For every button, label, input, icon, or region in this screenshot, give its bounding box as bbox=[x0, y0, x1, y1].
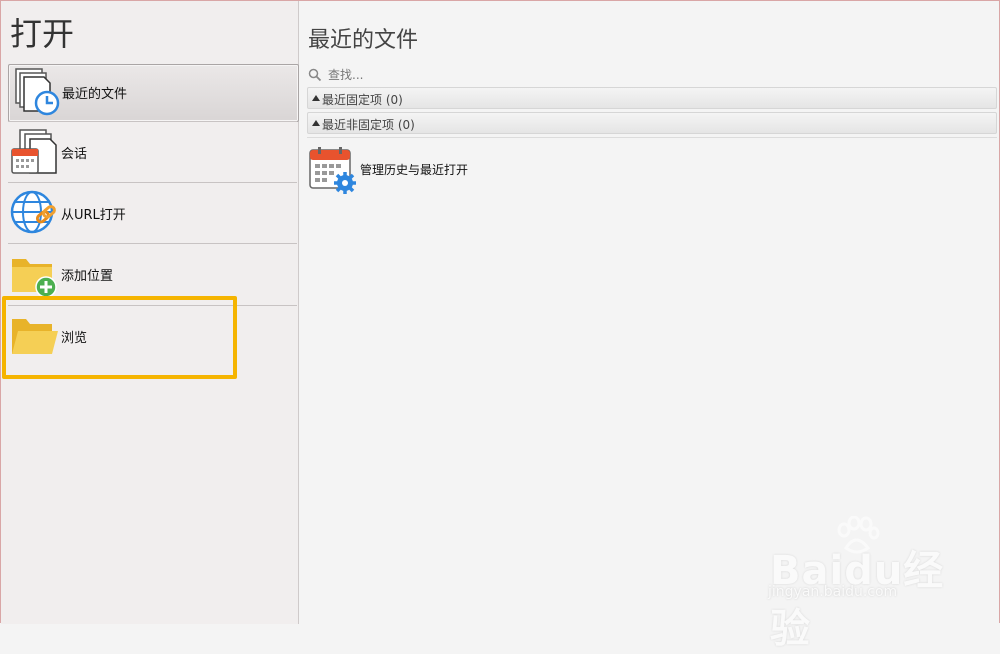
calendar-gear-icon bbox=[309, 147, 356, 194]
search-icon bbox=[308, 68, 322, 82]
globe-link-icon bbox=[10, 190, 56, 234]
expand-triangle-icon bbox=[312, 120, 320, 126]
group-unpinned-recent[interactable]: 最近非固定项 (0) bbox=[307, 112, 997, 134]
watermark: Baidu经验 jingyan.baidu.com bbox=[760, 512, 960, 652]
folder-add-icon bbox=[12, 259, 57, 298]
nav-label: 最近的文件 bbox=[62, 87, 128, 102]
nav-item-session[interactable]: 会话 bbox=[8, 125, 297, 181]
search-input[interactable] bbox=[328, 66, 928, 84]
divider bbox=[8, 182, 297, 183]
nav-label: 从URL打开 bbox=[61, 208, 126, 223]
nav-label: 添加位置 bbox=[61, 269, 114, 284]
manage-history-button[interactable]: 管理历史与最近打开 bbox=[308, 146, 488, 194]
group-label: 最近固定项 (0) bbox=[322, 93, 403, 107]
recent-files-clock-icon bbox=[15, 68, 60, 116]
divider bbox=[8, 243, 297, 244]
group-pinned-recent[interactable]: 最近固定项 (0) bbox=[307, 87, 997, 109]
divider bbox=[8, 121, 297, 122]
search-bar[interactable] bbox=[308, 66, 996, 84]
nav-item-recent-files[interactable]: 最近的文件 bbox=[8, 64, 299, 122]
nav-item-open-from-url[interactable]: 从URL打开 bbox=[8, 186, 297, 242]
section-title: 最近的文件 bbox=[308, 28, 419, 53]
group-label: 最近非固定项 (0) bbox=[322, 118, 415, 132]
nav-item-add-location[interactable]: 添加位置 bbox=[8, 247, 297, 303]
divider bbox=[307, 137, 997, 138]
expand-triangle-icon bbox=[312, 95, 320, 101]
session-calendar-icon bbox=[11, 129, 57, 174]
nav-label: 会话 bbox=[61, 147, 88, 162]
highlight-box bbox=[2, 296, 237, 379]
page-title: 打开 bbox=[10, 15, 75, 53]
manage-history-label: 管理历史与最近打开 bbox=[360, 163, 469, 177]
watermark-site: jingyan.baidu.com bbox=[768, 584, 898, 600]
